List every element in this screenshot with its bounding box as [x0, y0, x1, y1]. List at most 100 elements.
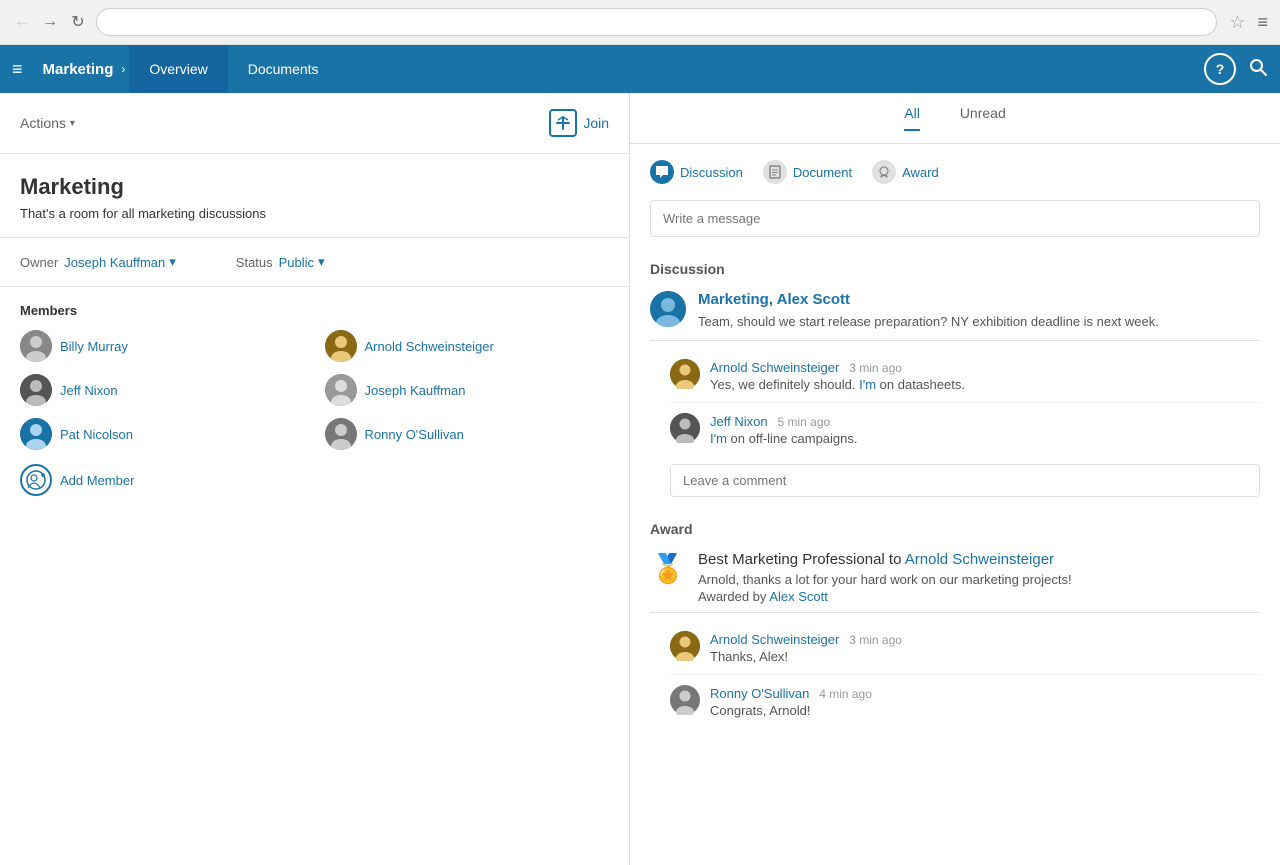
member-avatar — [325, 330, 357, 362]
member-avatar — [325, 418, 357, 450]
right-tabs: All Unread — [630, 93, 1280, 144]
comment-arnold: Arnold Schweinsteiger 3 min ago Yes, we … — [670, 349, 1260, 403]
award-comment-ronny: Ronny O'Sullivan 4 min ago Congrats, Arn… — [670, 675, 1260, 728]
member-name-jeff-nixon: Jeff Nixon — [60, 383, 118, 398]
member-name-arnold: Arnold Schweinsteiger — [365, 339, 494, 354]
search-button[interactable] — [1248, 57, 1268, 82]
bookmark-icon[interactable]: ☆ — [1229, 12, 1245, 33]
channel-info: Marketing That's a room for all marketin… — [0, 154, 629, 238]
award-comment-text-ronny: Congrats, Arnold! — [710, 703, 872, 718]
discussion-header: Marketing, Alex Scott Team, should we st… — [650, 291, 1260, 332]
help-button[interactable]: ? — [1204, 53, 1236, 85]
forward-button[interactable]: → — [40, 12, 60, 32]
member-avatar — [20, 374, 52, 406]
member-joseph-kauffman[interactable]: Joseph Kauffman — [325, 374, 610, 406]
discussion-comments: Arnold Schweinsteiger 3 min ago Yes, we … — [650, 349, 1260, 456]
actions-arrow: ▾ — [70, 118, 75, 129]
menu-icon[interactable]: ≡ — [1257, 12, 1268, 33]
leave-comment-input[interactable] — [670, 464, 1260, 497]
award-comment-avatar-arnold — [670, 631, 700, 661]
discussion-type-button[interactable]: Discussion — [650, 160, 743, 184]
award-comments: Arnold Schweinsteiger 3 min ago Thanks, … — [650, 621, 1260, 728]
add-member-icon — [20, 464, 52, 496]
comment-author-jeff[interactable]: Jeff Nixon — [710, 414, 768, 429]
actions-button[interactable]: Actions ▾ — [20, 115, 75, 131]
award-by-person[interactable]: Alex Scott — [769, 589, 828, 604]
right-panel: All Unread Discussion — [630, 93, 1280, 865]
award-recipient[interactable]: Arnold Schweinsteiger — [905, 551, 1054, 568]
award-comment-author-ronny[interactable]: Ronny O'Sullivan — [710, 686, 809, 701]
status-meta: Status Public ▾ — [236, 254, 325, 270]
discussion-section-label: Discussion — [650, 261, 1260, 277]
discussion-title-area: Marketing, Alex Scott Team, should we st… — [698, 291, 1159, 332]
status-value[interactable]: Public ▾ — [279, 254, 325, 270]
channel-title: Marketing — [20, 174, 609, 200]
award-comment-arnold: Arnold Schweinsteiger 3 min ago Thanks, … — [670, 621, 1260, 675]
comment-author-arnold[interactable]: Arnold Schweinsteiger — [710, 360, 839, 375]
comment-content-arnold: Arnold Schweinsteiger 3 min ago Yes, we … — [710, 359, 965, 392]
discussion-icon — [650, 160, 674, 184]
hamburger-icon[interactable]: ≡ — [12, 59, 23, 80]
add-member-label: Add Member — [60, 473, 134, 488]
member-avatar — [20, 418, 52, 450]
member-name-billy-murray: Billy Murray — [60, 339, 128, 354]
nav-overview[interactable]: Overview — [129, 45, 227, 93]
award-comment-text-arnold: Thanks, Alex! — [710, 649, 902, 664]
document-type-button[interactable]: Document — [763, 160, 852, 184]
award-type-button[interactable]: Award — [872, 160, 939, 184]
owner-value[interactable]: Joseph Kauffman ▾ — [64, 254, 175, 270]
comment-content-jeff: Jeff Nixon 5 min ago I'm on off-line cam… — [710, 413, 858, 446]
write-message-input[interactable] — [650, 200, 1260, 237]
nav-overview-label: Overview — [149, 61, 207, 77]
right-panel-content: Discussion Document — [630, 144, 1280, 744]
tab-unread-label: Unread — [960, 105, 1006, 121]
award-content: Best Marketing Professional to Arnold Sc… — [698, 551, 1072, 604]
app-header: ≡ Marketing › Overview Documents ? — [0, 45, 1280, 93]
brand-label: Marketing — [35, 61, 122, 78]
channel-desc-highlight: all marketing discussions — [121, 206, 266, 221]
tab-all[interactable]: All — [904, 105, 920, 131]
owner-label: Owner — [20, 255, 58, 270]
member-arnold[interactable]: Arnold Schweinsteiger — [325, 330, 610, 362]
member-name-ronny: Ronny O'Sullivan — [365, 427, 464, 442]
award-by-prefix: Awarded by — [698, 589, 769, 604]
award-comment-time-arnold: 3 min ago — [849, 633, 902, 647]
award-icon — [872, 160, 896, 184]
actions-label: Actions — [20, 115, 66, 131]
member-jeff-nixon[interactable]: Jeff Nixon — [20, 374, 305, 406]
join-button[interactable]: Join — [549, 109, 609, 137]
comment-avatar-jeff — [670, 413, 700, 443]
comment-jeff: Jeff Nixon 5 min ago I'm on off-line cam… — [670, 403, 1260, 456]
left-panel: Actions ▾ Join Marketing That's a room f… — [0, 93, 630, 865]
award-card: 🏅 Best Marketing Professional to Arnold … — [650, 551, 1260, 604]
back-button[interactable]: ← — [12, 12, 32, 32]
chevron-icon: › — [121, 62, 125, 76]
channel-meta: Owner Joseph Kauffman ▾ Status Public ▾ — [0, 238, 629, 287]
comment-text-arnold: Yes, we definitely should. I'm on datash… — [710, 377, 965, 392]
join-label: Join — [583, 115, 609, 131]
comment-text-jeff: I'm on off-line campaigns. — [710, 431, 858, 446]
member-ronny[interactable]: Ronny O'Sullivan — [325, 418, 610, 450]
document-type-label: Document — [793, 165, 852, 180]
member-name-pat-nicolson: Pat Nicolson — [60, 427, 133, 442]
address-bar[interactable] — [96, 8, 1217, 36]
members-title: Members — [20, 303, 609, 318]
discussion-author-avatar — [650, 291, 686, 327]
member-avatar — [325, 374, 357, 406]
url-input[interactable] — [109, 15, 1204, 30]
browser-chrome: ← → ↻ ☆ ≡ — [0, 0, 1280, 45]
award-section: Award 🏅 Best Marketing Professional to A… — [650, 521, 1260, 728]
award-comment-author-arnold[interactable]: Arnold Schweinsteiger — [710, 632, 839, 647]
reload-button[interactable]: ↻ — [68, 12, 88, 32]
comment-avatar-arnold — [670, 359, 700, 389]
member-avatar — [20, 330, 52, 362]
member-pat-nicolson[interactable]: Pat Nicolson — [20, 418, 305, 450]
main-layout: Actions ▾ Join Marketing That's a room f… — [0, 93, 1280, 865]
discussion-title[interactable]: Marketing, Alex Scott — [698, 291, 1159, 308]
owner-arrow: ▾ — [169, 254, 176, 270]
add-member-button[interactable]: Add Member — [20, 464, 609, 496]
member-billy-murray[interactable]: Billy Murray — [20, 330, 305, 362]
nav-documents[interactable]: Documents — [228, 45, 339, 93]
tab-unread[interactable]: Unread — [960, 105, 1006, 131]
channel-desc-prefix: That's a room for — [20, 206, 121, 221]
